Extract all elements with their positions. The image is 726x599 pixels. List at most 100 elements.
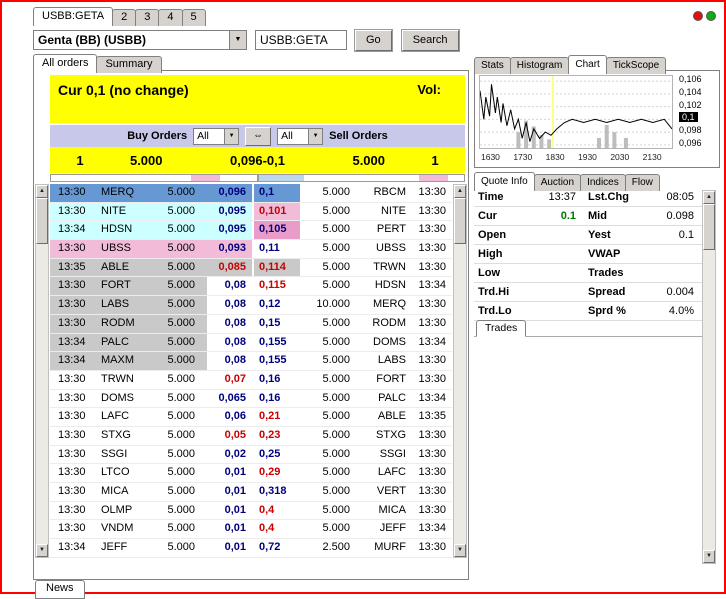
tab-news[interactable]: News [35, 580, 85, 599]
sell-broker-cell: PERT [360, 221, 412, 239]
tab-quote-info[interactable]: Quote Info [474, 172, 535, 191]
order-row[interactable]: 13:30MERQ5.0000,0960,15.000RBCM13:30 [50, 184, 452, 203]
chart-y-axis-labels: 0,1060,1040,1020,10,0980,096 [677, 71, 719, 169]
buy-volume-cell: 5.000 [147, 408, 207, 426]
scroll-up-icon[interactable]: ▲ [36, 185, 48, 198]
order-row[interactable]: 13:30OLMP5.0000,010,45.000MICA13:30 [50, 502, 452, 521]
sell-time-cell: 13:35 [412, 408, 452, 426]
order-row[interactable]: 13:34PALC5.0000,080,1555.000DOMS13:34 [50, 334, 452, 353]
sell-price-cell: 0,318 [252, 483, 300, 501]
buy-broker-cell: MERQ [93, 184, 147, 202]
tab-tickscope[interactable]: TickScope [606, 57, 666, 74]
buy-price-cell: 0,07 [207, 371, 252, 389]
scroll-thumb[interactable] [36, 198, 48, 244]
order-row[interactable]: 13:30UBSS5.0000,0930,115.000UBSS13:30 [50, 240, 452, 259]
quote-row: HighVWAP [474, 245, 702, 264]
instrument-dropdown-value: Genta (BB) (USBB) [34, 31, 229, 49]
quote-label: Sprd % [584, 305, 642, 317]
bid-ask-spread: 0,096-0,1 [183, 153, 333, 168]
sell-price-cell: 0,4 [252, 520, 300, 538]
tab-all-orders[interactable]: All orders [33, 54, 97, 73]
sell-time-cell: 13:30 [412, 259, 452, 277]
orderbook-right-scrollbar[interactable]: ▲▼ [453, 184, 467, 558]
tab-chart[interactable]: Chart [568, 55, 606, 74]
sell-broker-cell: PALC [360, 390, 412, 408]
dropdown-arrow-icon[interactable]: ▼ [308, 129, 322, 144]
window-dot-green-icon[interactable] [706, 11, 716, 21]
order-row[interactable]: 13:30VNDM5.0000,010,45.000JEFF13:34 [50, 520, 452, 539]
tab-stats[interactable]: Stats [474, 57, 511, 74]
scroll-up-icon[interactable]: ▲ [454, 185, 466, 198]
sell-price-cell: 0,11 [252, 240, 300, 258]
order-row[interactable]: 13:30FORT5.0000,080,1155.000HDSN13:34 [50, 277, 452, 296]
doc-tab-4[interactable]: 4 [158, 9, 182, 26]
orderbook-left-scrollbar[interactable]: ▲▼ [35, 184, 49, 558]
dropdown-arrow-icon[interactable]: ▼ [224, 129, 238, 144]
tab-summary[interactable]: Summary [96, 56, 161, 73]
go-button[interactable]: Go [355, 30, 392, 51]
scroll-track[interactable] [36, 198, 48, 544]
buy-price-cell: 0,05 [207, 427, 252, 445]
window-dot-red-icon[interactable] [693, 11, 703, 21]
tab-indices[interactable]: Indices [580, 174, 626, 191]
scroll-down-icon[interactable]: ▼ [36, 544, 48, 557]
sell-volume-cell: 5.000 [300, 277, 360, 295]
x-tick-label: 1930 [576, 152, 608, 162]
quote-label: Mid [584, 210, 642, 222]
order-row[interactable]: 13:34HDSN5.0000,0950,1055.000PERT13:30 [50, 221, 452, 240]
scroll-down-icon[interactable]: ▼ [454, 544, 466, 557]
search-button[interactable]: Search [402, 30, 459, 51]
order-row[interactable]: 13:30LAFC5.0000,060,215.000ABLE13:35 [50, 408, 452, 427]
order-row[interactable]: 13:35ABLE5.0000,0850,1145.000TRWN13:30 [50, 259, 452, 278]
order-row[interactable]: 13:34JEFF5.0000,010,722.500MURF13:30 [50, 539, 452, 558]
scroll-up-icon[interactable]: ▲ [703, 191, 715, 204]
order-row[interactable]: 13:30DOMS5.0000,0650,165.000PALC13:34 [50, 390, 452, 409]
buy-volume-cell: 5.000 [147, 240, 207, 258]
sell-time-cell: 13:30 [412, 203, 452, 221]
scroll-thumb[interactable] [454, 198, 466, 244]
order-row[interactable]: 13:30MICA5.0000,010,3185.000VERT13:30 [50, 483, 452, 502]
sell-broker-cell: SSGI [360, 446, 412, 464]
sell-time-cell: 13:34 [412, 334, 452, 352]
tab-auction[interactable]: Auction [534, 174, 581, 191]
tab-flow[interactable]: Flow [625, 174, 660, 191]
tab-trades[interactable]: Trades [476, 320, 526, 337]
quote-label: Lst.Chg [584, 191, 642, 203]
sell-volume-cell: 5.000 [300, 390, 360, 408]
buy-filter-dropdown[interactable]: All ▼ [193, 128, 239, 145]
sell-time-cell: 13:30 [412, 502, 452, 520]
doc-tab-5[interactable]: 5 [182, 9, 206, 26]
order-row[interactable]: 13:30LABS5.0000,080,1210.000MERQ13:30 [50, 296, 452, 315]
right-panel-scrollbar[interactable]: ▲▼ [702, 190, 716, 564]
doc-tab-usbb-geta[interactable]: USBB:GETA [33, 7, 113, 26]
dropdown-arrow-icon[interactable]: ▼ [229, 31, 246, 49]
order-row[interactable]: 13:30NITE5.0000,0950,1015.000NITE13:30 [50, 203, 452, 222]
scroll-thumb[interactable] [703, 204, 715, 250]
order-row[interactable]: 13:30STXG5.0000,050,235.000STXG13:30 [50, 427, 452, 446]
sell-time-cell: 13:30 [412, 483, 452, 501]
symbol-input[interactable] [255, 30, 347, 50]
sell-broker-cell: STXG [360, 427, 412, 445]
buy-price-cell: 0,095 [207, 203, 252, 221]
quote-label: Low [474, 267, 520, 279]
scroll-track[interactable] [703, 204, 715, 550]
order-row[interactable]: 13:30SSGI5.0000,020,255.000SSGI13:30 [50, 446, 452, 465]
order-row[interactable]: 13:34MAXM5.0000,080,1555.000LABS13:30 [50, 352, 452, 371]
order-row[interactable]: 13:30LTCO5.0000,010,295.000LAFC13:30 [50, 464, 452, 483]
buy-price-cell: 0,01 [207, 520, 252, 538]
buy-time-cell: 13:30 [50, 240, 93, 258]
doc-tab-2[interactable]: 2 [112, 9, 136, 26]
order-row[interactable]: 13:30TRWN5.0000,070,165.000FORT13:30 [50, 371, 452, 390]
order-row[interactable]: 13:30RODM5.0000,080,155.000RODM13:30 [50, 315, 452, 334]
sell-filter-dropdown[interactable]: All ▼ [277, 128, 323, 145]
tab-histogram[interactable]: Histogram [510, 57, 570, 74]
scroll-down-icon[interactable]: ▼ [703, 550, 715, 563]
buy-time-cell: 13:34 [50, 221, 93, 239]
doc-tab-3[interactable]: 3 [135, 9, 159, 26]
sell-broker-cell: MURF [360, 539, 412, 557]
chart-plot-area[interactable] [479, 75, 673, 149]
buy-volume-cell: 5.000 [147, 502, 207, 520]
scroll-track[interactable] [454, 198, 466, 544]
instrument-dropdown[interactable]: Genta (BB) (USBB) ▼ [33, 30, 247, 50]
link-filters-button[interactable]: ⇔ [245, 127, 271, 146]
